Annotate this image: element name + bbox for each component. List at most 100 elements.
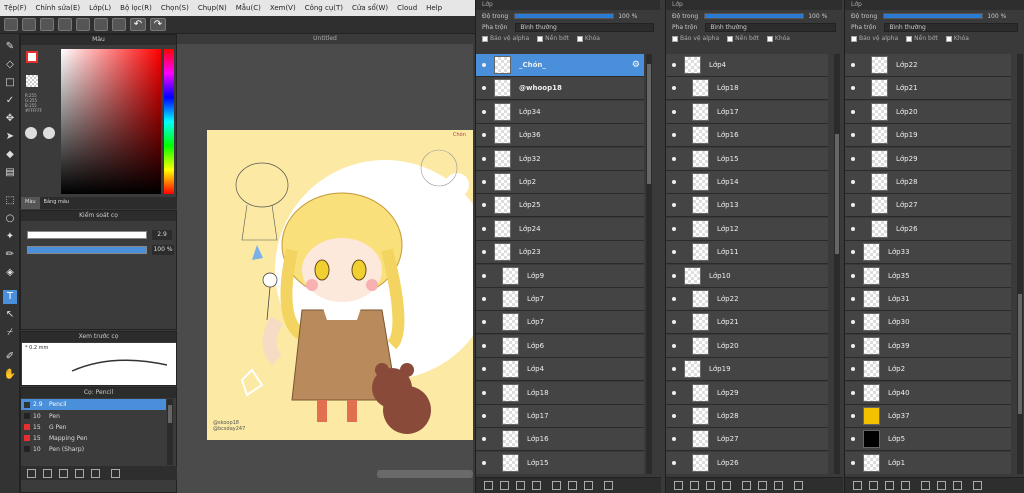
layer-row[interactable]: Lớp13 xyxy=(666,194,828,218)
operation-tool-icon[interactable]: ↖ xyxy=(3,308,17,322)
menu-window[interactable]: Cửa sổ(W) xyxy=(352,4,388,12)
panel3-icon[interactable] xyxy=(94,18,108,31)
visibility-eye-icon[interactable] xyxy=(851,390,855,395)
copy-layer-icon[interactable] xyxy=(532,481,541,490)
brush-opacity-slider[interactable] xyxy=(27,246,147,254)
menu-cloud[interactable]: Cloud xyxy=(397,4,417,12)
layer-row[interactable]: Lớp9 xyxy=(476,264,644,288)
layer-row[interactable]: Lớp36 xyxy=(476,124,644,148)
color-saturation-field[interactable] xyxy=(61,49,161,194)
layer-row[interactable]: Lớp5 xyxy=(845,428,1011,452)
new-raster-icon[interactable] xyxy=(500,481,509,490)
merge-icon[interactable] xyxy=(758,481,767,490)
copy-layer-icon[interactable] xyxy=(901,481,910,490)
layer-row[interactable]: Lớp6 xyxy=(476,334,644,358)
layer-row[interactable]: Lớp19 xyxy=(845,124,1011,148)
layer-row[interactable]: Lớp39 xyxy=(845,334,1011,358)
clip-checkbox[interactable]: Nền bớt xyxy=(727,35,759,42)
hue-slider[interactable] xyxy=(164,49,174,194)
brush-folder-icon[interactable] xyxy=(75,469,84,478)
visibility-eye-icon[interactable] xyxy=(482,86,486,91)
undo-icon[interactable]: ↶ xyxy=(130,18,146,31)
blend-mode-select[interactable]: Bình thường xyxy=(515,23,654,32)
menu-layer[interactable]: Lớp(L) xyxy=(89,4,111,12)
magic-wand-icon[interactable]: ✦ xyxy=(3,230,17,244)
visibility-eye-icon[interactable] xyxy=(482,180,486,184)
layer-row[interactable]: Lớp29 xyxy=(845,147,1011,171)
visibility-eye-icon[interactable] xyxy=(672,63,676,67)
visibility-eye-icon[interactable] xyxy=(851,203,855,208)
visibility-eye-icon[interactable] xyxy=(851,320,855,325)
layer-row[interactable]: Lớp18 xyxy=(666,77,828,101)
brush-size-value[interactable]: 2.9 xyxy=(152,230,172,240)
pipette-icon[interactable]: ✐ xyxy=(3,350,17,364)
layer-row[interactable]: Lớp28 xyxy=(845,171,1011,194)
layer-row[interactable]: Lớp20 xyxy=(666,334,828,358)
brush-select-icon[interactable]: ✏ xyxy=(3,248,17,262)
layer-row[interactable]: Lớp15 xyxy=(666,147,828,171)
color-picker-icon[interactable] xyxy=(43,127,55,139)
visibility-eye-icon[interactable] xyxy=(672,273,676,278)
visibility-eye-icon[interactable] xyxy=(482,133,486,138)
visibility-eye-icon[interactable] xyxy=(851,273,855,278)
check-tool-icon[interactable]: ✓ xyxy=(3,94,17,108)
layer-row[interactable]: Lớp20 xyxy=(845,100,1011,124)
layer-row[interactable]: Lớp32 xyxy=(476,147,644,171)
visibility-eye-icon[interactable] xyxy=(851,156,855,161)
layer-row[interactable]: Lớp4 xyxy=(666,54,828,77)
lasso-icon[interactable]: ○ xyxy=(3,212,17,226)
layer-row[interactable]: Lớp25 xyxy=(476,194,644,218)
brush-item-mapping-pen[interactable]: 15 Mapping Pen xyxy=(21,433,166,443)
visibility-eye-icon[interactable] xyxy=(672,320,676,325)
visibility-eye-icon[interactable] xyxy=(482,460,486,465)
visibility-eye-icon[interactable] xyxy=(672,390,676,395)
layer-row[interactable]: Lớp7 xyxy=(476,311,644,335)
layer-row[interactable]: Lớp22 xyxy=(666,288,828,311)
blend-mode-select[interactable]: Bình thường xyxy=(705,23,836,32)
visibility-eye-icon[interactable] xyxy=(482,63,486,67)
layer-row[interactable]: Lớp33 xyxy=(845,241,1011,265)
background-color-swatch[interactable] xyxy=(26,75,38,87)
artwork[interactable]: Chón @skoop18 @bcsday247 xyxy=(207,130,473,440)
visibility-eye-icon[interactable] xyxy=(482,367,486,372)
bucket-tool-icon[interactable]: ◆ xyxy=(3,148,17,162)
save-icon[interactable] xyxy=(40,18,54,31)
layer-row[interactable]: Lớp16 xyxy=(666,124,828,148)
visibility-eye-icon[interactable] xyxy=(482,297,486,301)
delete-layer-icon[interactable] xyxy=(604,481,613,490)
layer-row[interactable]: Lớp17 xyxy=(476,405,644,428)
rect-tool-icon[interactable]: □ xyxy=(3,76,17,90)
clip-checkbox[interactable]: Nền bớt xyxy=(537,35,569,42)
visibility-eye-icon[interactable] xyxy=(672,203,676,208)
visibility-eye-icon[interactable] xyxy=(482,343,486,348)
visibility-eye-icon[interactable] xyxy=(851,250,855,255)
menu-pattern[interactable]: Mẫu(C) xyxy=(236,4,261,12)
menu-select[interactable]: Chọn(S) xyxy=(161,4,189,12)
visibility-eye-icon[interactable] xyxy=(851,414,855,418)
layer-row[interactable]: Lớp40 xyxy=(845,381,1011,405)
layer-row[interactable]: Lớp24 xyxy=(476,217,644,241)
new-halftone-icon[interactable] xyxy=(885,481,894,490)
eyedropper-tool-icon[interactable]: ⌿ xyxy=(3,326,17,340)
open-file-icon[interactable] xyxy=(22,18,36,31)
visibility-eye-icon[interactable] xyxy=(851,437,855,442)
new-layer-icon[interactable] xyxy=(674,481,683,490)
redo-icon[interactable]: ↷ xyxy=(150,18,166,31)
layer-row[interactable]: Lớp27 xyxy=(845,194,1011,218)
visibility-eye-icon[interactable] xyxy=(672,367,676,372)
lock-checkbox[interactable]: Khóa xyxy=(945,35,969,42)
layer-row[interactable]: Lớp30 xyxy=(845,311,1011,335)
new-folder-icon[interactable] xyxy=(921,481,930,490)
layer-row[interactable]: Lớp14 xyxy=(666,171,828,194)
menu-edit[interactable]: Chỉnh sửa(E) xyxy=(36,4,81,12)
visibility-eye-icon[interactable] xyxy=(482,414,486,418)
new-halftone-icon[interactable] xyxy=(516,481,525,490)
new-raster-icon[interactable] xyxy=(869,481,878,490)
visibility-eye-icon[interactable] xyxy=(482,390,486,395)
visibility-eye-icon[interactable] xyxy=(672,460,676,465)
brush-delete-icon[interactable] xyxy=(111,469,120,478)
copy-layer-icon[interactable] xyxy=(722,481,731,490)
color-wheel-icon[interactable] xyxy=(25,127,37,139)
new-raster-icon[interactable] xyxy=(690,481,699,490)
brush-list-scrollbar[interactable] xyxy=(167,399,173,465)
